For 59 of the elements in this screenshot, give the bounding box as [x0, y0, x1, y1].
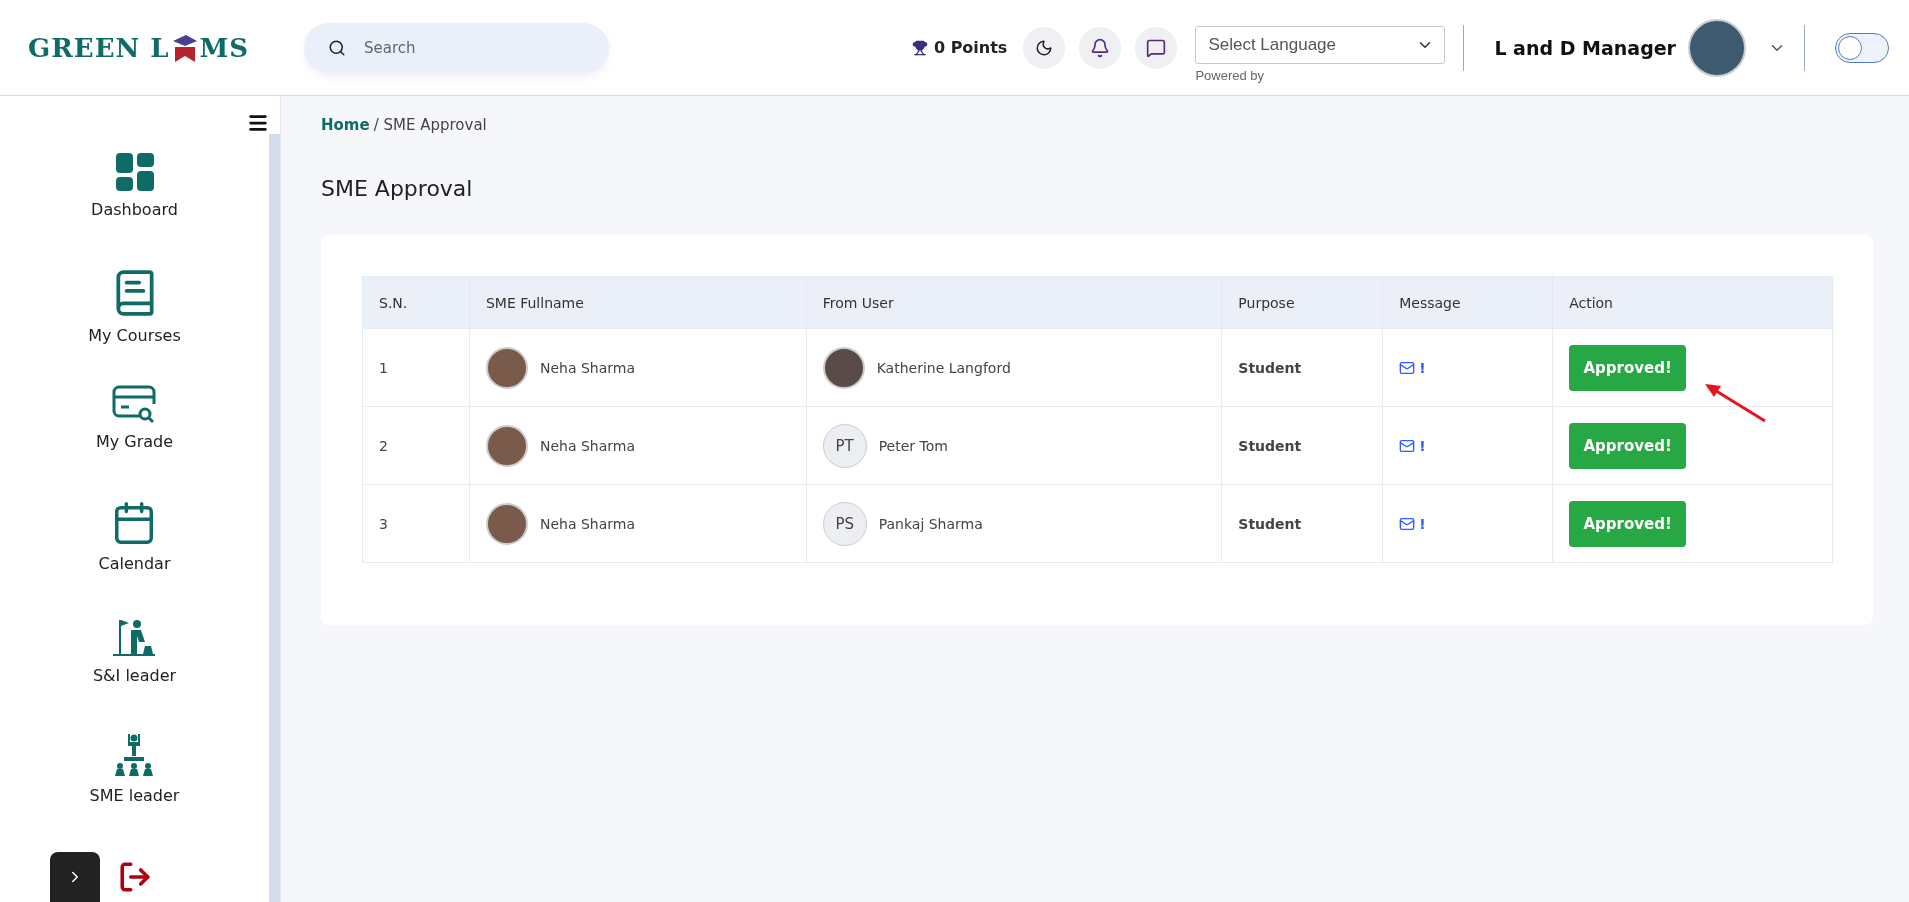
search-field[interactable]: Search: [304, 22, 609, 73]
breadcrumb-link[interactable]: Home: [321, 116, 370, 134]
table-cell: Peter Tom: [878, 437, 948, 454]
table-cell: Pankaj Sharma: [878, 515, 983, 532]
avatar-photo-placeholder: [485, 346, 528, 389]
sidebar-item[interactable]: Dashboard: [91, 152, 178, 268]
column-header: Action: [1552, 276, 1833, 329]
table-cell: 3: [379, 515, 388, 532]
sidebar-item[interactable]: Calendar: [98, 500, 171, 616]
page-title: SME Approval: [321, 176, 474, 201]
sidebar-item[interactable]: S&I leader: [92, 616, 177, 732]
initials-avatar: PS: [822, 501, 867, 546]
expand-button[interactable]: [50, 852, 100, 902]
column-header: Purpose: [1221, 276, 1383, 329]
avatar-photo-placeholder: [485, 424, 528, 467]
dashboard-icon: [114, 152, 155, 192]
mail-icon: [1399, 515, 1416, 532]
message-link[interactable]: !: [1399, 437, 1537, 454]
sidebar-item[interactable]: My Grade: [95, 384, 174, 500]
table-cell: Neha Sharma: [539, 359, 635, 376]
table-cell: Student: [1238, 437, 1302, 454]
trophy-icon: [911, 39, 928, 56]
table-cell: Student: [1238, 359, 1302, 376]
powered-by-text: Powered by: [1195, 68, 1266, 83]
table-cell: 2: [379, 437, 388, 454]
logout-icon[interactable]: [118, 860, 152, 894]
menu-icon[interactable]: [247, 112, 269, 134]
bell-icon: [1090, 37, 1111, 58]
mail-icon: [1399, 437, 1416, 454]
column-header: SME Fullname: [469, 276, 807, 329]
mail-icon: [1399, 359, 1416, 376]
avatar-photo-placeholder: [485, 502, 528, 545]
table-cell: Neha Sharma: [539, 437, 635, 454]
table-cell: Student: [1238, 515, 1302, 532]
search-icon: [328, 38, 346, 57]
breadcrumb-current: / SME Approval: [373, 116, 487, 134]
card-search-icon: [111, 384, 158, 424]
language-select[interactable]: Select Language: [1195, 26, 1446, 64]
graduation-cap-icon: [171, 32, 198, 63]
message-link[interactable]: !: [1399, 359, 1537, 376]
chat-icon: [1146, 37, 1167, 58]
initials-avatar: PT: [822, 423, 867, 468]
theme-toggle[interactable]: [1835, 32, 1889, 63]
search-input[interactable]: Search: [362, 37, 585, 58]
points-label: 0 Points: [911, 38, 1008, 57]
table-cell: Katherine Langford: [876, 359, 1011, 376]
table-cell: 1: [379, 359, 388, 376]
moon-icon: [1035, 38, 1054, 57]
avatar-photo-placeholder: [822, 346, 865, 389]
logo-text: MS: [199, 32, 250, 63]
user-name: L and D Manager: [1494, 36, 1676, 59]
message-link[interactable]: !: [1399, 515, 1537, 532]
logo-text: GREEN L: [28, 32, 170, 63]
table-cell: Neha Sharma: [539, 515, 635, 532]
sidebar-item[interactable]: SME leader: [89, 732, 180, 848]
sidebar-item[interactable]: My Courses: [88, 268, 181, 384]
column-header: Message: [1382, 276, 1553, 329]
column-header: S.N.: [362, 276, 470, 329]
column-header: From User: [806, 276, 1222, 329]
